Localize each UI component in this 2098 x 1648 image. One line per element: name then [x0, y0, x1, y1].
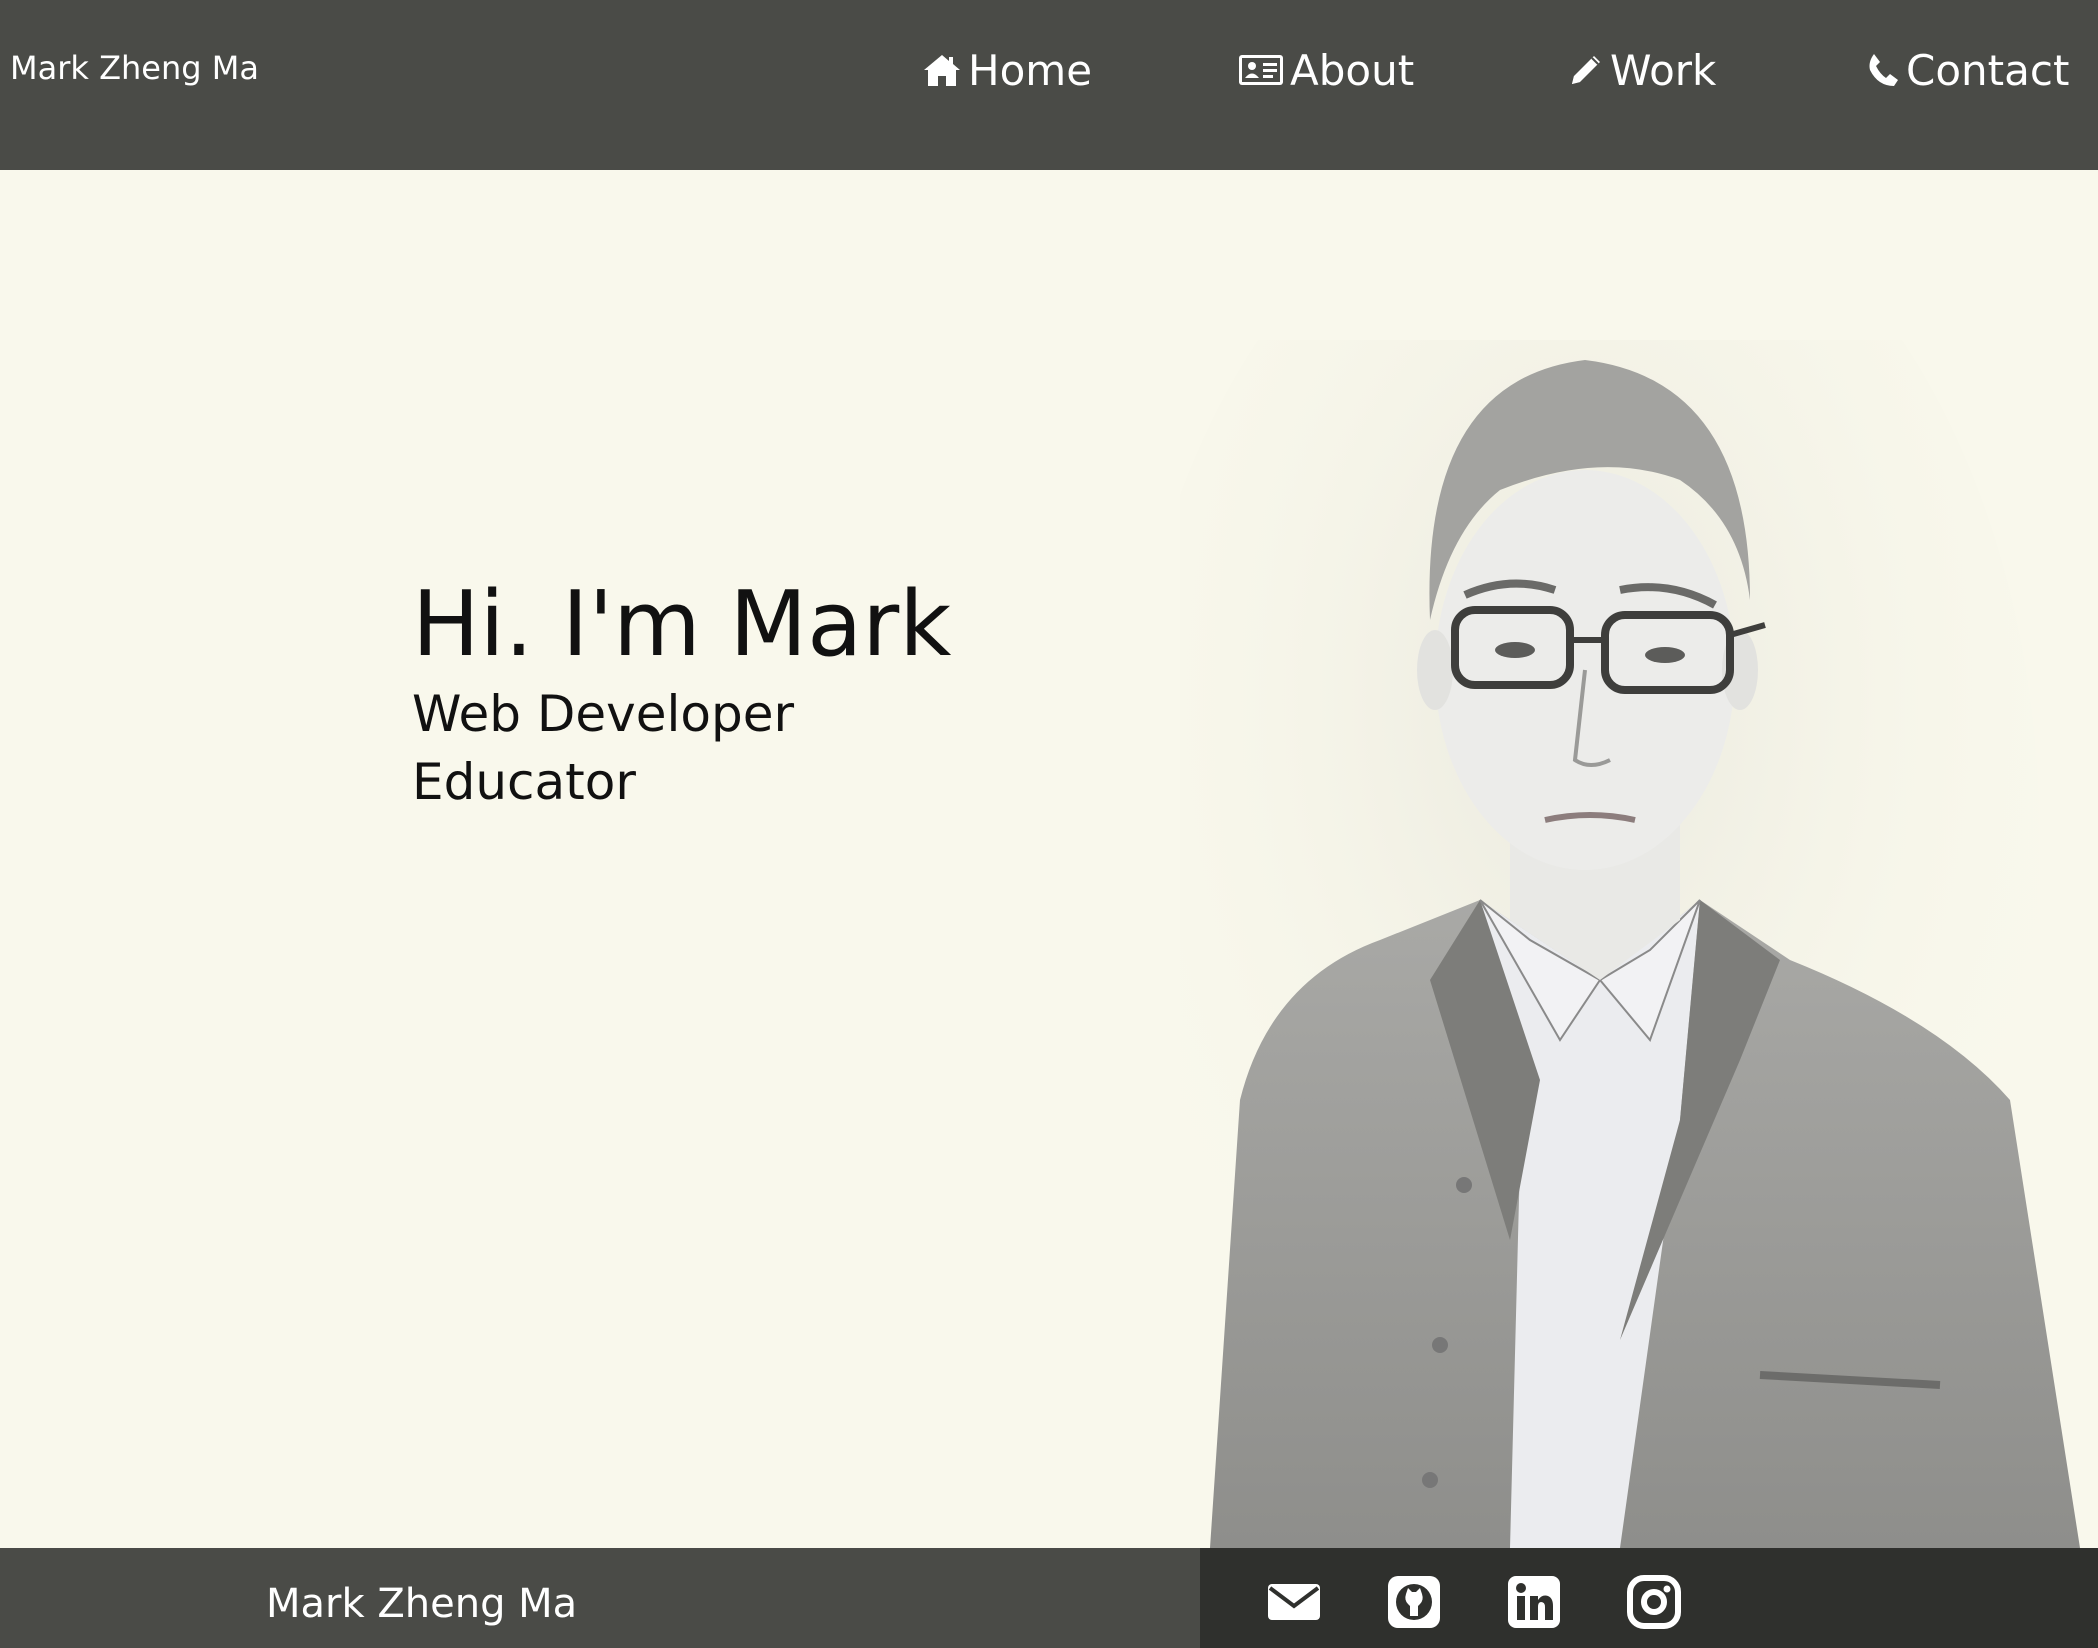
hero-title: Hi. I'm Mark	[412, 572, 952, 677]
nav-contact-label: Contact	[1906, 45, 2070, 95]
portrait-image	[1180, 340, 2080, 1548]
hero-role-educator: Educator	[412, 753, 636, 811]
envelope-icon	[1268, 1584, 1320, 1620]
footer: Mark Zheng Ma	[0, 1548, 2098, 1648]
brand-link[interactable]: Mark Zheng Ma	[10, 48, 259, 88]
github-icon	[1388, 1576, 1440, 1628]
social-links	[1200, 1548, 2098, 1648]
instagram-icon	[1627, 1575, 1681, 1629]
pencil-icon	[1568, 52, 1604, 88]
nav-about[interactable]: About	[1238, 40, 1414, 100]
linkedin-icon	[1508, 1576, 1560, 1628]
home-icon	[922, 52, 962, 88]
hero-intro: Hi. I'm Mark Web Developer Educator	[412, 570, 951, 816]
instagram-link[interactable]	[1626, 1574, 1682, 1630]
hero-role-web-developer: Web Developer	[412, 685, 795, 743]
phone-icon	[1866, 52, 1900, 88]
footer-name: Mark Zheng Ma	[266, 1581, 578, 1627]
nav-home-label: Home	[968, 45, 1093, 95]
nav-work[interactable]: Work	[1568, 40, 1716, 100]
nav-work-label: Work	[1610, 45, 1717, 95]
id-card-icon	[1238, 52, 1284, 88]
github-link[interactable]	[1386, 1574, 1442, 1630]
email-link[interactable]	[1266, 1574, 1322, 1630]
top-navbar: Mark Zheng Ma Home About Work Contact	[0, 0, 2098, 170]
nav-contact[interactable]: Contact	[1866, 40, 2069, 100]
nav-home[interactable]: Home	[922, 40, 1092, 100]
nav-about-label: About	[1290, 45, 1415, 95]
linkedin-link[interactable]	[1506, 1574, 1562, 1630]
